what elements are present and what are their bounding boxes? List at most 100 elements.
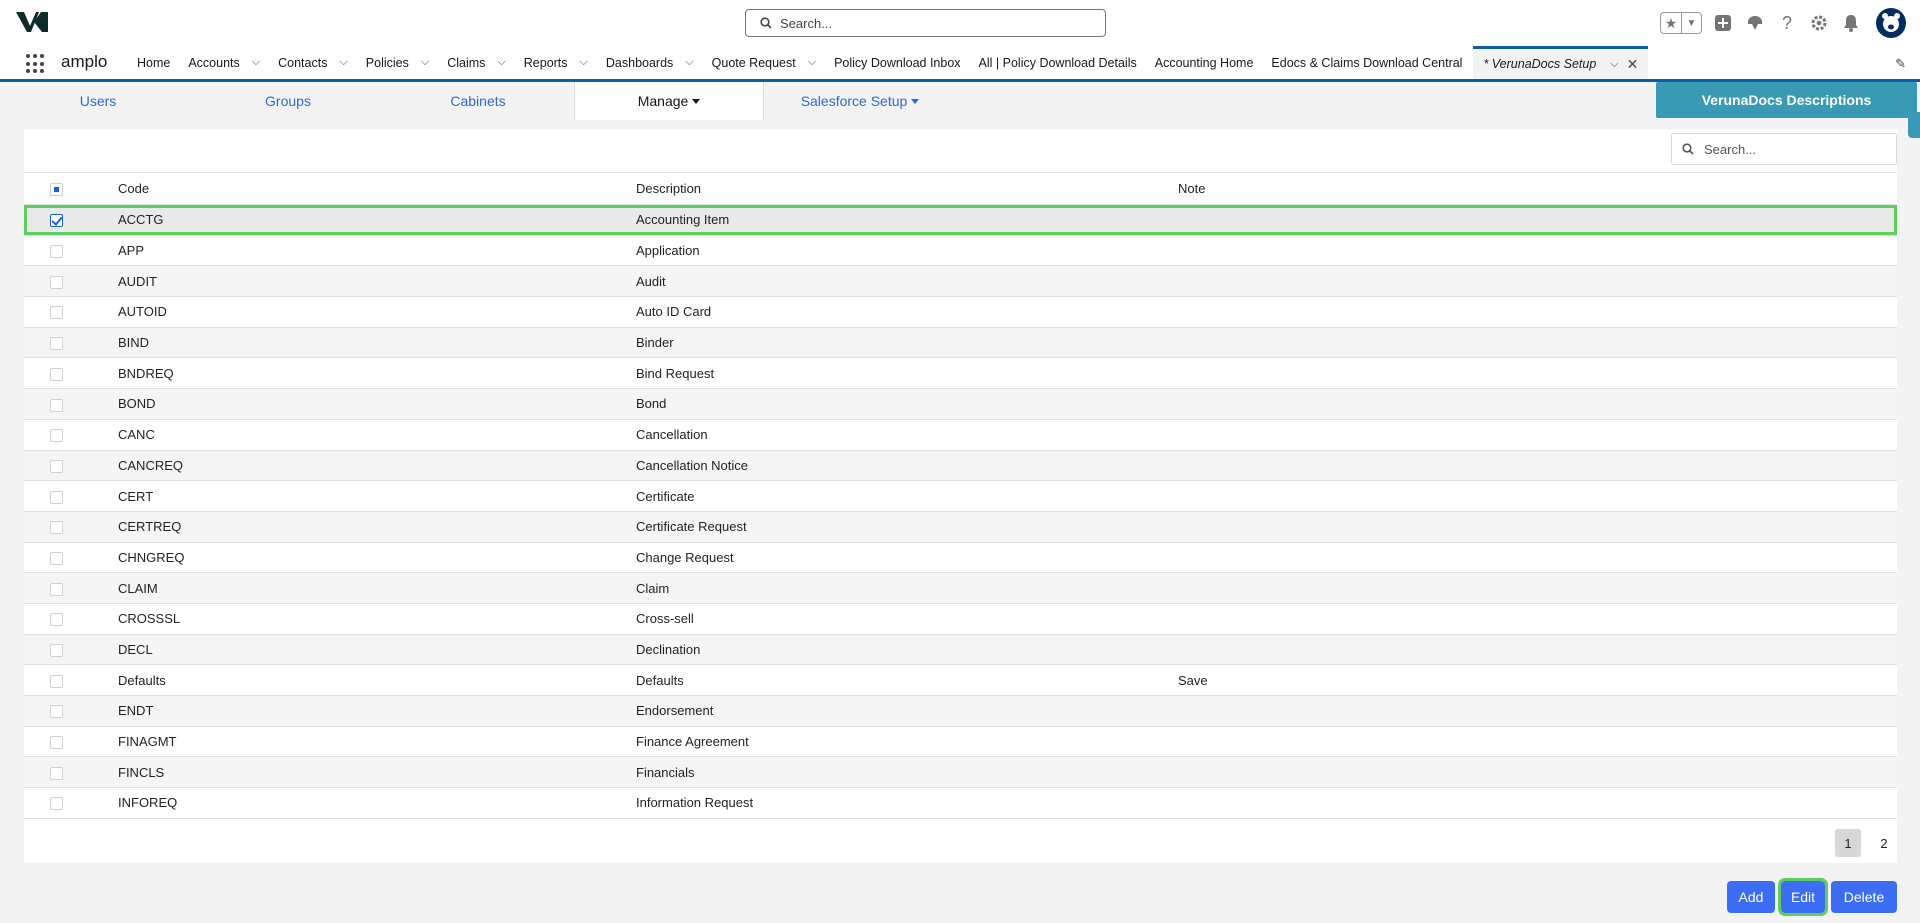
verunadocs-descriptions-tab[interactable]: VerunaDocs Descriptions bbox=[1656, 82, 1917, 118]
nav-item-all-policy-download-details[interactable]: All | Policy Download Details bbox=[970, 46, 1146, 79]
cell-description: Change Request bbox=[636, 549, 734, 565]
nav-item-home[interactable]: Home bbox=[128, 46, 179, 79]
cell-code: AUTOID bbox=[118, 304, 167, 320]
table-row[interactable]: CERTREQ Certificate Request bbox=[24, 511, 1897, 543]
delete-button[interactable]: Delete bbox=[1831, 881, 1897, 913]
chevron-down-icon[interactable]: ⌵ bbox=[1610, 58, 1618, 71]
table-row[interactable]: BIND Binder bbox=[24, 327, 1897, 358]
row-checkbox[interactable] bbox=[50, 705, 63, 719]
column-header-code[interactable]: Code bbox=[94, 173, 636, 205]
row-checkbox[interactable] bbox=[50, 459, 63, 473]
table-row[interactable]: BOND Bond bbox=[24, 388, 1897, 420]
chevron-down-icon[interactable]: ⌵ bbox=[685, 56, 693, 69]
table-row[interactable]: ENDT Endorsement bbox=[24, 695, 1897, 727]
edit-button[interactable]: Edit bbox=[1778, 878, 1828, 916]
table-row[interactable]: CROSSSL Cross-sell bbox=[24, 603, 1897, 635]
table-row[interactable]: DECL Declination bbox=[24, 634, 1897, 665]
amplo-logo[interactable] bbox=[14, 10, 50, 36]
row-checkbox[interactable] bbox=[50, 644, 63, 657]
row-checkbox[interactable] bbox=[50, 613, 63, 627]
nav-item-claims[interactable]: Claims ⌵ bbox=[438, 46, 515, 79]
row-checkbox[interactable] bbox=[50, 797, 63, 811]
grid-search-input[interactable]: Search... bbox=[1671, 133, 1897, 165]
user-avatar[interactable] bbox=[1876, 8, 1906, 38]
column-header-description[interactable]: Description bbox=[636, 173, 1178, 205]
row-checkbox[interactable] bbox=[50, 245, 63, 259]
row-checkbox[interactable] bbox=[50, 429, 63, 443]
nav-item-label: Accounts bbox=[188, 55, 240, 70]
chevron-down-icon[interactable]: ⌵ bbox=[580, 56, 588, 69]
nav-item-reports[interactable]: Reports ⌵ bbox=[515, 46, 597, 79]
select-all-checkbox[interactable] bbox=[50, 183, 63, 197]
tab-cabinets[interactable]: Cabinets bbox=[400, 82, 556, 120]
cell-note bbox=[1178, 450, 1897, 481]
nav-item-accounts[interactable]: Accounts ⌵ bbox=[179, 46, 269, 79]
table-row[interactable]: CANCREQ Cancellation Notice bbox=[24, 450, 1897, 481]
row-checkbox[interactable] bbox=[50, 367, 63, 381]
nav-item-quote-request[interactable]: Quote Request ⌵ bbox=[703, 46, 825, 79]
nav-item-label: Policy Download Inbox bbox=[834, 55, 961, 70]
trailhead-icon[interactable] bbox=[1744, 12, 1766, 34]
close-icon[interactable]: ✕ bbox=[1627, 56, 1639, 73]
table-row[interactable]: AUDIT Audit bbox=[24, 265, 1897, 297]
table-row[interactable]: ACCTG Accounting Item bbox=[24, 204, 1897, 236]
table-row[interactable]: FINCLS Financials bbox=[24, 756, 1897, 788]
row-checkbox[interactable] bbox=[50, 214, 63, 228]
row-checkbox[interactable] bbox=[50, 736, 63, 750]
global-search-input[interactable]: Search... bbox=[745, 9, 1106, 37]
table-row[interactable]: CHNGREQ Change Request bbox=[24, 542, 1897, 573]
cell-description: Auto ID Card bbox=[636, 304, 712, 320]
table-row[interactable]: AUTOID Auto ID Card bbox=[24, 296, 1897, 328]
row-checkbox[interactable] bbox=[50, 337, 63, 351]
side-panel-handle[interactable] bbox=[1908, 112, 1920, 138]
table-row[interactable]: Defaults Defaults Save bbox=[24, 664, 1897, 696]
tab-manage[interactable]: Manage bbox=[574, 82, 764, 120]
gear-icon[interactable] bbox=[1808, 12, 1830, 34]
star-icon[interactable]: ★ bbox=[1661, 13, 1681, 33]
cell-description: Audit bbox=[636, 273, 666, 289]
chevron-down-icon[interactable]: ⌵ bbox=[808, 56, 816, 69]
tab-users[interactable]: Users bbox=[20, 82, 176, 120]
table-row[interactable]: CLAIM Claim bbox=[24, 572, 1897, 604]
table-row[interactable]: INFOREQ Information Request bbox=[24, 787, 1897, 819]
nav-item-dashboards[interactable]: Dashboards ⌵ bbox=[597, 46, 703, 79]
help-icon[interactable]: ? bbox=[1776, 12, 1798, 34]
chevron-down-icon[interactable]: ⌵ bbox=[252, 56, 260, 69]
table-row[interactable]: BNDREQ Bind Request bbox=[24, 357, 1897, 389]
row-checkbox[interactable] bbox=[50, 766, 63, 780]
app-launcher-icon[interactable] bbox=[26, 54, 46, 74]
nav-tab-verunadocs-setup[interactable]: * VerunaDocs Setup ⌵ ✕ bbox=[1473, 46, 1649, 79]
row-checkbox[interactable] bbox=[50, 582, 63, 596]
edit-nav-pencil-icon[interactable]: ✎ bbox=[1895, 56, 1906, 72]
cell-description: Claim bbox=[636, 580, 670, 596]
table-row[interactable]: FINAGMT Finance Agreement bbox=[24, 726, 1897, 757]
row-checkbox[interactable] bbox=[50, 551, 63, 565]
chevron-down-icon[interactable]: ⌵ bbox=[421, 56, 429, 69]
table-row[interactable]: APP Application bbox=[24, 235, 1897, 266]
row-checkbox[interactable] bbox=[50, 398, 63, 412]
nav-item-accounting-home[interactable]: Accounting Home bbox=[1146, 46, 1263, 79]
row-checkbox[interactable] bbox=[50, 306, 63, 320]
page-button-1[interactable]: 1 bbox=[1835, 829, 1861, 857]
tab-groups[interactable]: Groups bbox=[210, 82, 366, 120]
cell-code: FINAGMT bbox=[118, 734, 177, 750]
table-row[interactable]: CERT Certificate bbox=[24, 480, 1897, 512]
bell-icon[interactable] bbox=[1840, 12, 1862, 34]
nav-item-policies[interactable]: Policies ⌵ bbox=[357, 46, 438, 79]
row-checkbox[interactable] bbox=[50, 521, 63, 535]
table-row[interactable]: CANC Cancellation bbox=[24, 419, 1897, 450]
nav-item-policy-download-inbox[interactable]: Policy Download Inbox bbox=[825, 46, 969, 79]
tab-salesforce-setup[interactable]: Salesforce Setup bbox=[790, 82, 930, 120]
chevron-down-icon[interactable]: ▼ bbox=[1681, 13, 1701, 33]
plus-icon[interactable] bbox=[1712, 12, 1734, 34]
row-checkbox[interactable] bbox=[50, 674, 63, 688]
chevron-down-icon[interactable]: ⌵ bbox=[339, 56, 347, 69]
column-header-note[interactable]: Note bbox=[1178, 173, 1897, 205]
chevron-down-icon[interactable]: ⌵ bbox=[497, 56, 505, 69]
nav-item-contacts[interactable]: Contacts ⌵ bbox=[269, 46, 357, 79]
nav-item-edocs-claims-download-central[interactable]: Edocs & Claims Download Central bbox=[1262, 46, 1471, 79]
add-button[interactable]: Add bbox=[1727, 881, 1775, 913]
page-button-2[interactable]: 2 bbox=[1871, 829, 1897, 857]
row-checkbox[interactable] bbox=[50, 275, 63, 289]
row-checkbox[interactable] bbox=[50, 490, 63, 504]
